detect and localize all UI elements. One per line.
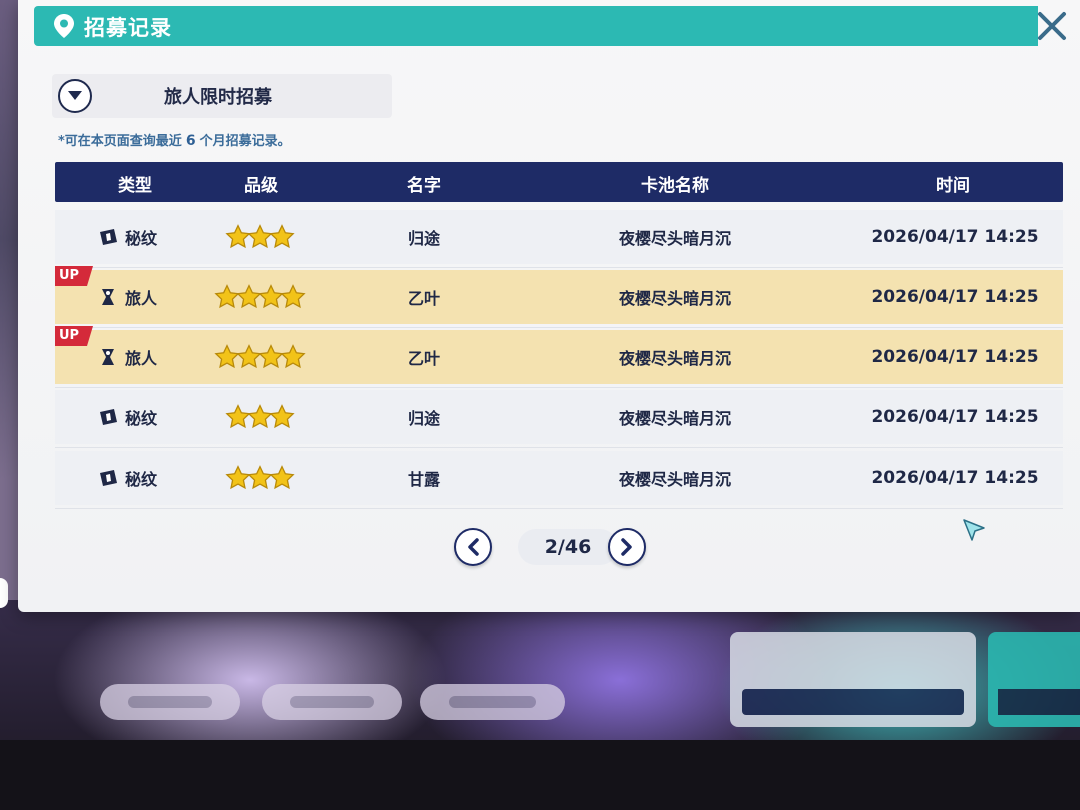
background-button-blurred	[262, 684, 402, 720]
table-header: 类型 品级 名字 卡池名称 时间	[55, 162, 1063, 202]
background-button-blurred	[420, 684, 565, 720]
rarity-stars	[214, 344, 306, 370]
type-cell: 秘纹	[97, 466, 157, 490]
location-pin-icon	[54, 14, 74, 38]
type-label: 秘纹	[125, 229, 158, 248]
row-divider	[55, 267, 1063, 268]
pool-name: 夜樱尽头暗月沉	[618, 289, 732, 308]
screen-bezel	[0, 740, 1080, 810]
table-row: 秘纹 甘露 夜樱尽头暗月沉 2026/04/17 14:25	[55, 451, 1063, 509]
star-icon	[269, 404, 295, 429]
rune-icon	[100, 470, 117, 486]
traveler-icon	[102, 289, 114, 305]
recruit-history-dialog: 招募记录 旅人限时招募 *可在本页面查询最近 6 个月招募记录。 类型 品级 名字 …	[18, 0, 1080, 612]
chevron-right-icon	[621, 538, 632, 556]
traveler-icon	[102, 349, 114, 365]
page-indicator: 2/46	[518, 529, 618, 565]
type-cell: 旅人	[97, 345, 157, 369]
up-badge-label: UP	[59, 328, 80, 343]
chevron-down-icon[interactable]	[58, 79, 92, 113]
table-row: 秘纹 归途 夜樱尽头暗月沉 2026/04/17 14:25	[55, 210, 1063, 268]
pool-filter-dropdown[interactable]: 旅人限时招募	[52, 74, 392, 118]
rune-icon	[100, 409, 117, 425]
item-name: 乙叶	[407, 289, 441, 308]
header-time: 时间	[936, 176, 970, 196]
star-icon	[269, 224, 295, 249]
row-divider	[55, 447, 1063, 448]
star-icon	[269, 465, 295, 490]
header-pool: 卡池名称	[641, 176, 709, 196]
close-icon[interactable]	[1034, 8, 1070, 44]
table-row: UP 旅人 乙叶 夜樱尽头暗月沉 2026/04/17 14:25	[55, 266, 1063, 328]
background-button-blurred	[100, 684, 240, 720]
type-label: 秘纹	[125, 409, 158, 428]
table-row: UP 旅人 乙叶 夜樱尽头暗月沉 2026/04/17 14:25	[55, 326, 1063, 388]
row-divider	[55, 508, 1063, 509]
title-bar	[34, 6, 1038, 46]
pool-name: 夜樱尽头暗月沉	[618, 470, 732, 489]
star-icon	[280, 344, 306, 369]
type-cell: 秘纹	[97, 405, 157, 429]
timestamp: 2026/04/17 14:25	[871, 287, 1039, 307]
pool-filter-label: 旅人限时招募	[164, 87, 272, 108]
chevron-left-icon	[468, 538, 479, 556]
type-label: 旅人	[125, 349, 158, 368]
type-cell: 旅人	[97, 285, 157, 309]
rarity-stars	[225, 224, 295, 250]
rarity-stars	[225, 465, 295, 491]
prev-page-button[interactable]	[454, 528, 492, 566]
header-name: 名字	[407, 176, 441, 196]
rarity-stars	[214, 284, 306, 310]
table-row: 秘纹 归途 夜樱尽头暗月沉 2026/04/17 14:25	[55, 390, 1063, 448]
header-type: 类型	[118, 176, 152, 196]
background-card-blurred	[730, 632, 976, 727]
type-cell: 秘纹	[97, 225, 157, 249]
timestamp: 2026/04/17 14:25	[871, 468, 1039, 488]
item-name: 甘露	[407, 470, 441, 489]
star-icon	[280, 284, 306, 309]
side-handle[interactable]	[0, 578, 8, 608]
next-page-button[interactable]	[608, 528, 646, 566]
type-label: 秘纹	[125, 470, 158, 489]
rarity-stars	[225, 404, 295, 430]
pool-name: 夜樱尽头暗月沉	[618, 229, 732, 248]
notice-text: *可在本页面查询最近 6 个月招募记录。	[58, 133, 291, 149]
timestamp: 2026/04/17 14:25	[871, 407, 1039, 427]
item-name: 归途	[407, 229, 441, 248]
pool-name: 夜樱尽头暗月沉	[618, 349, 732, 368]
background-card-blurred	[988, 632, 1080, 727]
timestamp: 2026/04/17 14:25	[871, 347, 1039, 367]
item-name: 归途	[407, 409, 441, 428]
dialog-title: 招募记录	[84, 16, 172, 40]
row-divider	[55, 327, 1063, 328]
item-name: 乙叶	[407, 349, 441, 368]
row-divider	[55, 387, 1063, 388]
timestamp: 2026/04/17 14:25	[871, 227, 1039, 247]
header-rarity: 品级	[244, 176, 278, 196]
pool-name: 夜樱尽头暗月沉	[618, 409, 732, 428]
mouse-cursor-icon	[963, 519, 985, 541]
up-badge-label: UP	[59, 268, 80, 283]
rune-icon	[100, 229, 117, 245]
type-label: 旅人	[125, 289, 158, 308]
